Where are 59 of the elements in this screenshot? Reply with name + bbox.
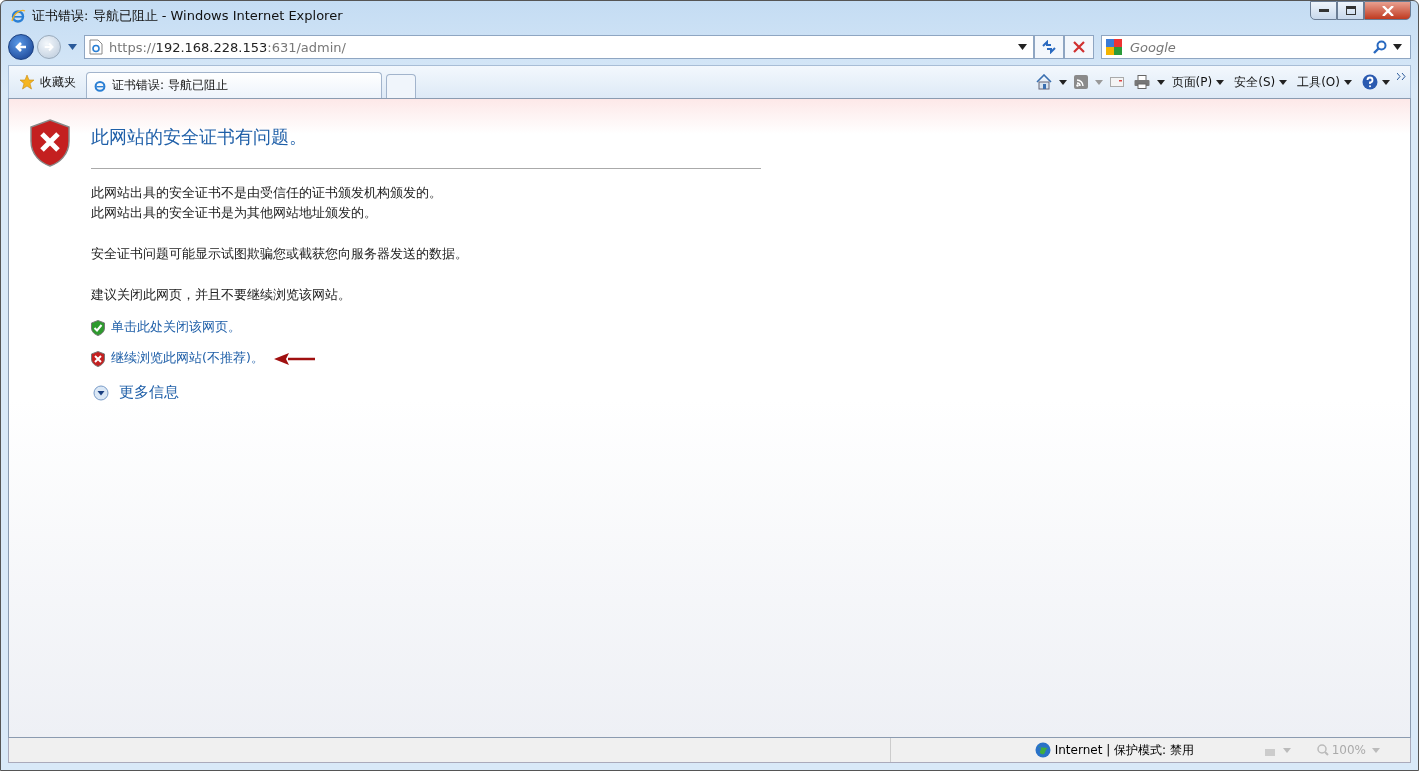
browser-logo-icon — [10, 8, 26, 24]
stop-icon — [1073, 41, 1085, 53]
stop-button[interactable] — [1064, 35, 1094, 59]
refresh-icon — [1042, 40, 1056, 54]
address-field[interactable]: https://192.168.228.153:631/admin/ — [84, 35, 1034, 59]
pointer-arrow-icon — [273, 352, 316, 365]
back-button[interactable] — [8, 34, 34, 60]
dropdown-caret-icon[interactable] — [1058, 79, 1067, 85]
browser-logo-icon — [93, 78, 107, 93]
page-link[interactable]: 单击此处关闭该网页。 — [111, 319, 241, 336]
shield-x-icon — [91, 350, 105, 367]
refresh-button[interactable] — [1034, 35, 1064, 59]
zone-text: Internet | 保护模式: 禁用 — [1054, 741, 1194, 759]
search-box[interactable]: Google — [1101, 35, 1411, 59]
page-link[interactable]: 继续浏览此网站(不推荐)。 — [111, 350, 264, 367]
error-heading: 此网站的安全证书有问题。 — [91, 125, 308, 149]
favorites-button[interactable]: 收藏夹 — [13, 71, 82, 93]
caret-icon — [1216, 79, 1225, 85]
chevron-icon[interactable] — [1397, 72, 1406, 80]
security-zone-status[interactable]: Internet | 保护模式: 禁用 — [1030, 741, 1255, 759]
error-shield-icon — [29, 119, 71, 167]
browser-tab[interactable]: 证书错误: 导航已阻止 — [86, 72, 382, 98]
maximize-icon — [1345, 6, 1356, 15]
error-reason: 此网站出具的安全证书不是由受信任的证书颁发机构颁发的。 — [91, 184, 443, 202]
caret-icon — [1382, 79, 1390, 85]
printer-icon — [1133, 75, 1150, 89]
page-icon — [89, 39, 103, 55]
dropdown-caret-icon[interactable] — [1018, 44, 1027, 50]
advice-text: 建议关闭此网页，并且不要继续浏览该网站。 — [91, 286, 352, 304]
tab-title: 证书错误: 导航已阻止 — [112, 77, 228, 94]
minimize-button[interactable] — [1310, 1, 1337, 20]
expand-icon — [93, 384, 109, 401]
more-info-toggle[interactable]: 更多信息 — [93, 383, 179, 402]
mail-icon — [1109, 77, 1124, 87]
back-arrow-icon — [14, 40, 28, 54]
menu-button[interactable]: 页面(P) — [1168, 71, 1228, 93]
globe-icon — [1034, 742, 1051, 758]
search-provider-icon — [1106, 39, 1122, 55]
dropdown-caret-icon[interactable] — [1393, 44, 1402, 50]
close-button[interactable] — [1364, 1, 1411, 20]
star-icon — [19, 74, 35, 90]
maximize-button[interactable] — [1337, 1, 1364, 20]
caret-icon — [1344, 79, 1352, 85]
window-title: 证书错误: 导航已阻止 - Windows Internet Explorer — [32, 7, 343, 25]
search-icon[interactable] — [1373, 40, 1387, 54]
help-icon — [1362, 74, 1378, 90]
magnifier-icon — [1316, 744, 1329, 756]
minimize-icon — [1318, 8, 1329, 13]
warning-text: 安全证书问题可能显示试图欺骗您或截获您向服务器发送的数据。 — [91, 245, 469, 263]
shield-check-icon — [91, 319, 105, 336]
menu-button[interactable]: 工具(O) — [1294, 71, 1355, 93]
forward-arrow-icon — [43, 41, 55, 53]
feed-icon — [1073, 75, 1088, 89]
dropdown-caret-icon[interactable] — [1156, 79, 1165, 85]
error-reason: 此网站出具的安全证书是为其他网站地址颁发的。 — [91, 204, 378, 222]
close-icon — [1381, 5, 1394, 16]
caret-icon — [1279, 79, 1288, 85]
home-icon — [1035, 74, 1052, 90]
menu-button[interactable]: 安全(S) — [1231, 71, 1291, 93]
